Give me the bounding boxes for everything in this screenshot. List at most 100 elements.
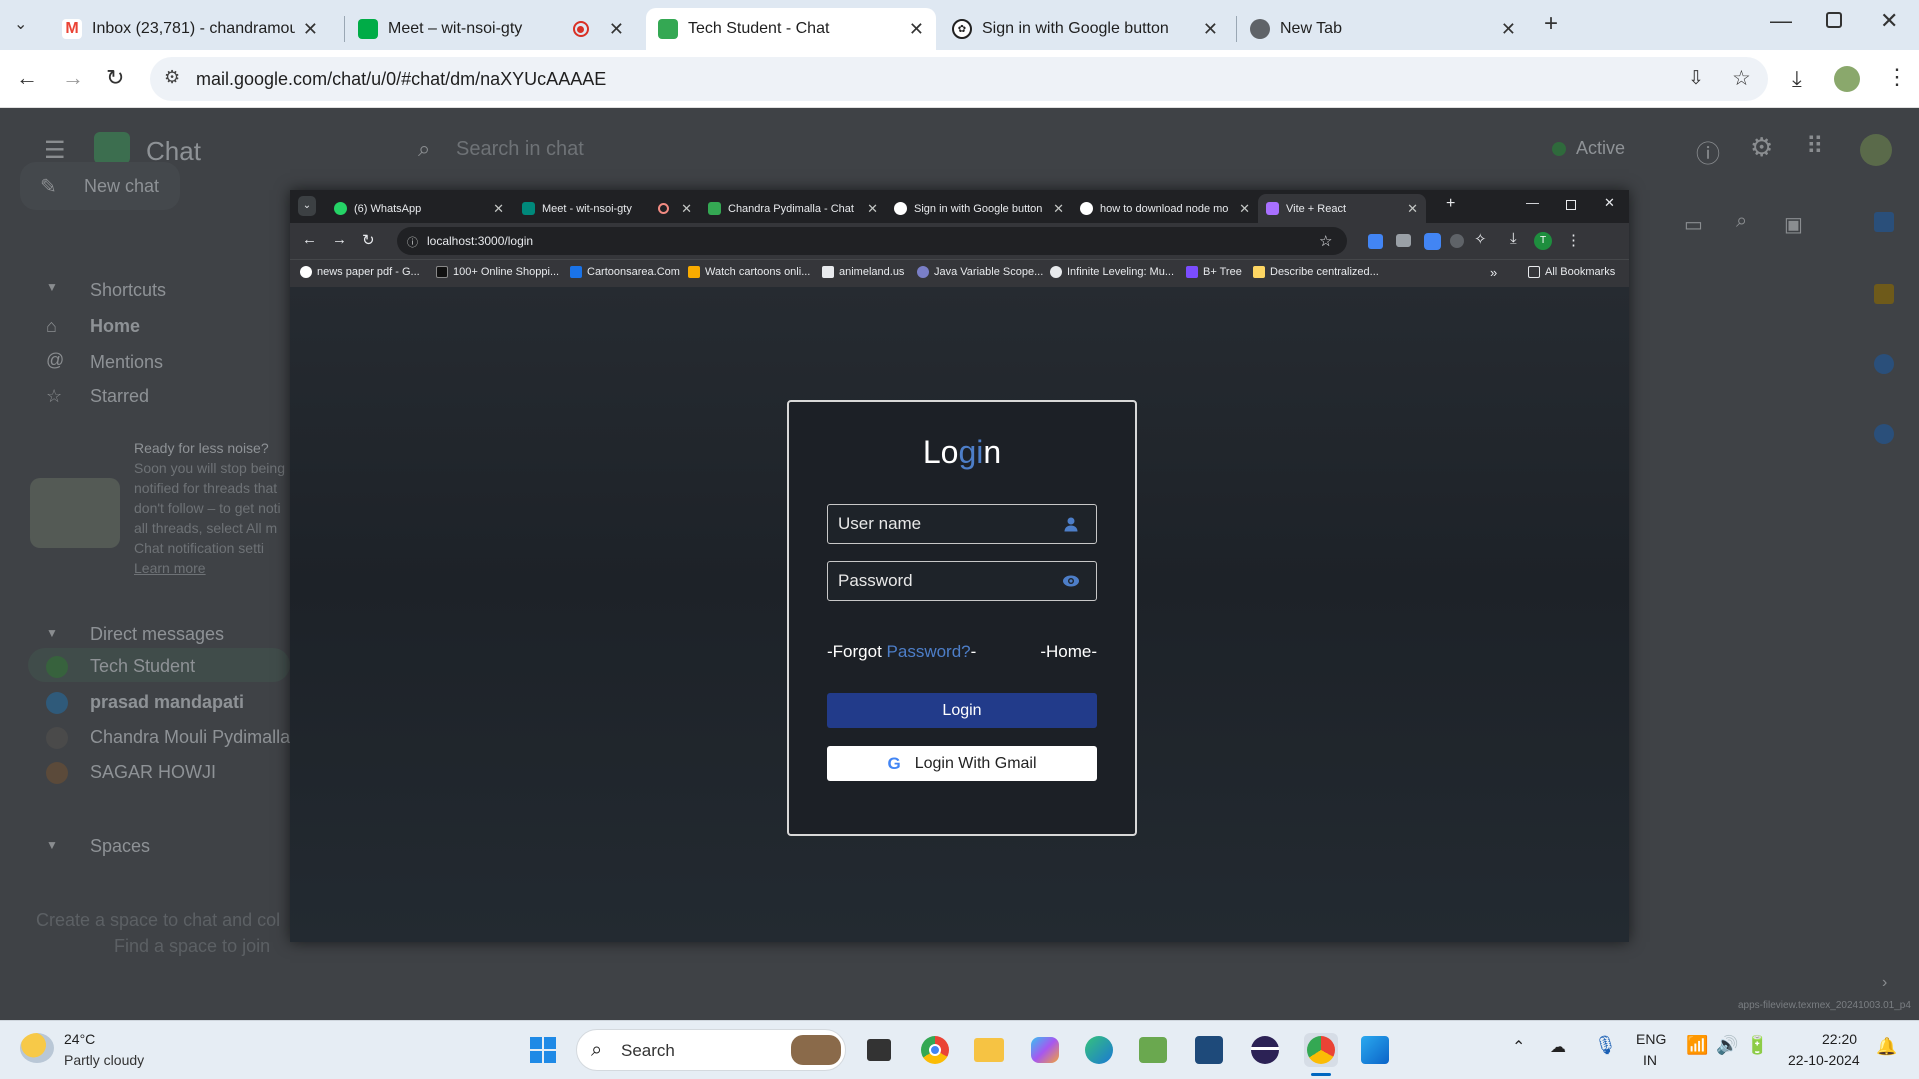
learn-more-link[interactable]: Learn more	[134, 560, 206, 576]
bookmark-item[interactable]: Watch cartoons onli...	[688, 266, 810, 278]
menu-icon[interactable]: ⋮	[1566, 231, 1581, 249]
weather-icon[interactable]	[20, 1033, 54, 1063]
bookmark-item[interactable]: Infinite Leveling: Mu...	[1050, 266, 1174, 278]
bookmark-star-icon[interactable]: ☆	[1319, 232, 1332, 250]
account-avatar[interactable]	[1860, 134, 1892, 166]
dm-item[interactable]: prasad mandapati	[90, 692, 244, 713]
show-hidden-icons[interactable]: ⌃	[1512, 1037, 1525, 1057]
tab-tech-student-chat[interactable]: Tech Student - Chat ✕	[646, 8, 936, 50]
spaces-header[interactable]: Spaces	[90, 836, 150, 857]
start-button[interactable]	[526, 1033, 560, 1067]
close-window-button[interactable]: ✕	[1604, 195, 1615, 211]
chrome-icon[interactable]	[918, 1033, 952, 1067]
username-input[interactable]	[827, 504, 1097, 544]
wifi-icon[interactable]: 📶	[1686, 1035, 1708, 1056]
language-region[interactable]: IN	[1643, 1052, 1657, 1068]
chevron-right-icon[interactable]: ›	[1882, 974, 1887, 992]
settings-icon[interactable]: ⚙	[1750, 132, 1773, 163]
inner-tab[interactable]: Chandra Pydimalla - Chat ✕	[700, 194, 886, 223]
chevron-down-icon[interactable]: ▼	[46, 280, 58, 294]
inner-tab[interactable]: Meet - wit-nsoi-gty ✕	[514, 194, 700, 223]
login-with-gmail-button[interactable]: G Login With Gmail	[827, 746, 1097, 781]
dm-item[interactable]: Tech Student	[90, 656, 195, 677]
bookmark-star-icon[interactable]: ☆	[1732, 66, 1751, 91]
eclipse-icon[interactable]	[1248, 1033, 1282, 1067]
chrome-active-icon[interactable]	[1304, 1033, 1338, 1067]
inner-tab-active[interactable]: Vite + React ✕	[1258, 194, 1426, 223]
site-info-icon[interactable]: ⚙	[164, 67, 180, 88]
forgot-password-link[interactable]: -Forgot Password?-	[827, 642, 976, 662]
puzzle-extensions-icon[interactable]: ✧	[1474, 230, 1487, 248]
close-icon[interactable]: ✕	[1407, 201, 1418, 217]
close-icon[interactable]: ✕	[1053, 201, 1064, 217]
tab-new-tab[interactable]: New Tab ✕	[1238, 8, 1528, 50]
edge-icon[interactable]	[1082, 1033, 1116, 1067]
home-link[interactable]: -Home-	[1040, 642, 1097, 662]
clock-date[interactable]: 22-10-2024	[1788, 1052, 1860, 1068]
apps-grid-icon[interactable]: ⠿	[1806, 132, 1824, 161]
tab-search-chevron-icon[interactable]: ⌄	[298, 196, 316, 216]
weather-desc[interactable]: Partly cloudy	[64, 1052, 144, 1068]
tab-gmail[interactable]: M Inbox (23,781) - chandramoulip ✕	[50, 8, 330, 50]
close-icon[interactable]: ✕	[681, 201, 692, 217]
downloads-icon[interactable]: ⤓	[1792, 66, 1802, 92]
downloads-icon[interactable]: ⤓	[1510, 230, 1517, 247]
dm-header[interactable]: Direct messages	[90, 624, 224, 645]
onedrive-icon[interactable]: ☁	[1550, 1037, 1566, 1057]
battery-icon[interactable]: 🔋	[1746, 1035, 1768, 1056]
app-icon[interactable]	[1136, 1033, 1170, 1067]
pip-icon[interactable]: ▣	[1784, 212, 1803, 237]
inner-tab[interactable]: Sign in with Google button ✕	[886, 194, 1072, 223]
shortcut-home[interactable]: Home	[90, 316, 140, 337]
inner-tab[interactable]: (6) WhatsApp ✕	[326, 194, 512, 223]
restore-button[interactable]	[1566, 200, 1576, 210]
forward-icon[interactable]: →	[62, 65, 84, 91]
search-icon[interactable]: ⌕	[1736, 210, 1747, 233]
volume-icon[interactable]: 🔊	[1716, 1035, 1738, 1056]
shortcut-mentions[interactable]: Mentions	[90, 352, 163, 373]
password-input[interactable]	[827, 561, 1097, 601]
bookmark-item[interactable]: Cartoonsarea.Com	[570, 266, 680, 278]
new-tab-button[interactable]: +	[1446, 195, 1455, 213]
status-label[interactable]: Active	[1576, 138, 1625, 159]
taskbar-search[interactable]: ⌕ Search	[576, 1029, 846, 1071]
notification-bell-icon[interactable]: 🔔	[1876, 1037, 1897, 1057]
bookmark-item[interactable]: animeland.us	[822, 266, 904, 278]
menu-icon[interactable]: ⋮	[1886, 64, 1908, 90]
dm-item[interactable]: Chandra Mouli Pydimalla	[90, 727, 290, 748]
install-app-icon[interactable]: ⇩	[1688, 67, 1704, 90]
camera-extension-icon[interactable]	[1396, 234, 1411, 247]
shortcuts-header[interactable]: Shortcuts	[90, 280, 166, 301]
translate-extension-icon[interactable]	[1368, 234, 1383, 249]
microphone-icon[interactable]: 🎙	[1594, 1035, 1617, 1056]
back-icon[interactable]: ←	[16, 65, 38, 91]
clock-time[interactable]: 22:20	[1822, 1031, 1857, 1047]
weather-temp[interactable]: 24°C	[64, 1031, 95, 1047]
new-tab-button[interactable]: +	[1544, 10, 1558, 38]
chat-search-input[interactable]: Search in chat	[456, 138, 584, 161]
dm-item[interactable]: SAGAR HOWJI	[90, 762, 216, 783]
forward-icon[interactable]: →	[332, 231, 347, 248]
vscode-icon[interactable]	[1192, 1033, 1226, 1067]
hamburger-icon[interactable]: ☰	[44, 136, 66, 165]
paint-icon[interactable]	[1358, 1033, 1392, 1067]
chevron-down-icon[interactable]: ▼	[46, 838, 58, 852]
tab-sign-in-google[interactable]: ✿ Sign in with Google button ✕	[940, 8, 1230, 50]
profile-avatar[interactable]: T	[1534, 232, 1552, 250]
bookmark-item[interactable]: Java Variable Scope...	[917, 266, 1043, 278]
close-window-button[interactable]: ✕	[1880, 8, 1898, 34]
close-icon[interactable]: ✕	[609, 19, 624, 40]
all-bookmarks[interactable]: All Bookmarks	[1528, 266, 1615, 278]
close-icon[interactable]: ✕	[1203, 19, 1218, 40]
task-view-icon[interactable]	[862, 1033, 896, 1067]
extension-icon[interactable]	[1424, 233, 1441, 250]
close-icon[interactable]: ✕	[909, 19, 924, 40]
address-bar[interactable]: ⚙ mail.google.com/chat/u/0/#chat/dm/naXY…	[150, 57, 1768, 101]
login-button[interactable]: Login	[827, 693, 1097, 728]
back-icon[interactable]: ←	[302, 231, 317, 248]
bookmark-item[interactable]: news paper pdf - G...	[300, 266, 420, 278]
inner-tab[interactable]: how to download node mo ✕	[1072, 194, 1258, 223]
tasks-icon[interactable]	[1874, 354, 1894, 374]
calendar-icon[interactable]	[1874, 212, 1894, 232]
extension-icon[interactable]	[1450, 234, 1464, 248]
